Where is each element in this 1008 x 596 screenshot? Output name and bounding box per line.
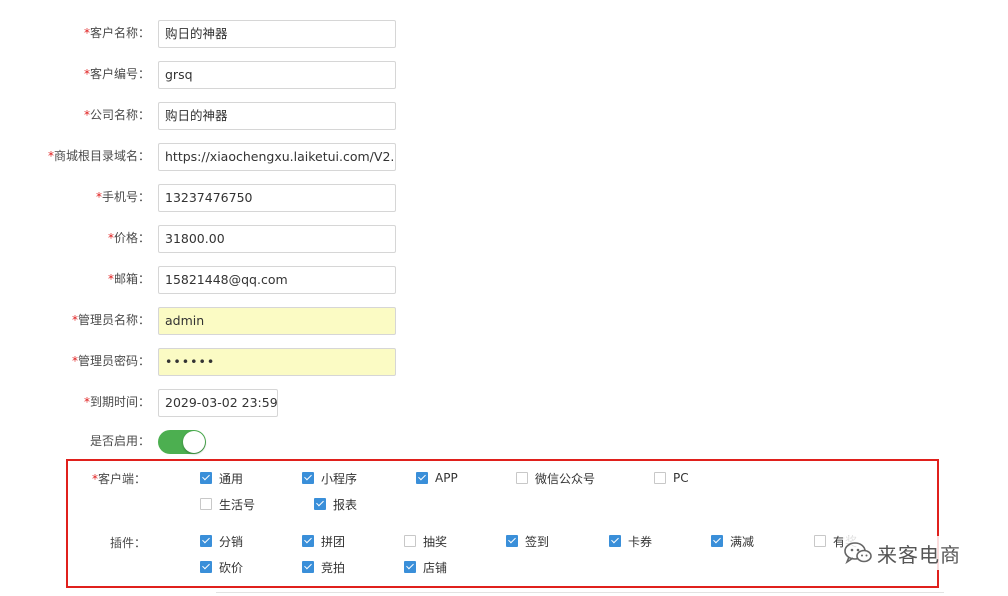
field-row-admin-name: *管理员名称： admin [0, 307, 420, 337]
field-row-enabled: 是否启用： [0, 428, 420, 458]
plugin-option-checkin[interactable]: 签到 [506, 533, 549, 549]
field-row-phone: *手机号： 13237476750 [0, 184, 420, 214]
watermark: 来客电商 [843, 536, 965, 570]
toggle-knob [183, 431, 205, 453]
plugin-option-store[interactable]: 店铺 [404, 559, 447, 575]
plugin-option-group-buy[interactable]: 拼团 [302, 533, 345, 549]
price-input[interactable]: 31800.00 [158, 225, 396, 253]
field-row-company-name: *公司名称： 购日的神器 [0, 102, 420, 132]
client-option-pc[interactable]: PC [654, 470, 689, 486]
company-name-input[interactable]: 购日的神器 [158, 102, 396, 130]
admin-password-label: 管理员密码： [77, 354, 150, 368]
checkbox-icon [200, 498, 212, 510]
wechat-icon [844, 542, 872, 565]
client-option-report[interactable]: 报表 [314, 496, 357, 512]
field-row-customer-no: *客户编号： grsq [0, 61, 420, 91]
email-input[interactable]: 15821448@qq.com [158, 266, 396, 294]
highlight-box [66, 459, 939, 588]
field-row-admin-password: *管理员密码： •••••• [0, 348, 420, 378]
enabled-label: 是否启用： [89, 434, 150, 448]
admin-name-label: 管理员名称： [77, 313, 150, 327]
checkbox-icon [654, 472, 666, 484]
plugins-label: 插件： [109, 536, 146, 550]
admin-name-input[interactable]: admin [158, 307, 396, 335]
client-option-life[interactable]: 生活号 [200, 496, 255, 512]
checkbox-icon [506, 535, 518, 547]
customer-name-label: 客户名称： [89, 26, 150, 40]
field-row-price: *价格： 31800.00 [0, 225, 420, 255]
checkbox-icon [314, 498, 326, 510]
customer-name-input[interactable]: 购日的神器 [158, 20, 396, 48]
client-option-app[interactable]: APP [416, 470, 458, 486]
field-row-customer-name: *客户名称： 购日的神器 [0, 20, 420, 50]
checkbox-icon [516, 472, 528, 484]
plugin-option-coupon[interactable]: 卡券 [609, 533, 652, 549]
checkbox-icon [416, 472, 428, 484]
client-option-wechat-official[interactable]: 微信公众号 [516, 470, 595, 486]
field-row-expire: *到期时间： 2029-03-02 23:59:5 [0, 389, 420, 419]
plugin-option-distribution[interactable]: 分销 [200, 533, 243, 549]
email-label: 邮箱： [113, 272, 150, 286]
enabled-toggle[interactable] [158, 430, 206, 454]
client-side-label: *客户端： [91, 472, 146, 486]
plugin-option-bargain[interactable]: 砍价 [200, 559, 243, 575]
plugin-option-discount[interactable]: 满减 [711, 533, 754, 549]
field-row-domain: *商城根目录域名： https://xiaochengxu.laiketui.c… [0, 143, 420, 173]
domain-label: 商城根目录域名： [53, 149, 150, 163]
client-option-general[interactable]: 通用 [200, 470, 243, 486]
admin-password-input[interactable]: •••••• [158, 348, 396, 376]
price-label: 价格： [113, 231, 150, 245]
company-name-label: 公司名称： [89, 108, 150, 122]
checkbox-icon [302, 535, 314, 547]
phone-label: 手机号： [101, 190, 150, 204]
divider [216, 592, 944, 593]
checkbox-icon [711, 535, 723, 547]
checkbox-icon [404, 561, 416, 573]
customer-no-input[interactable]: grsq [158, 61, 396, 89]
plugin-option-auction[interactable]: 竞拍 [302, 559, 345, 575]
client-option-miniprogram[interactable]: 小程序 [302, 470, 357, 486]
checkbox-icon [609, 535, 621, 547]
expire-label: 到期时间： [89, 395, 150, 409]
checkbox-icon [200, 535, 212, 547]
checkbox-icon [302, 561, 314, 573]
domain-input[interactable]: https://xiaochengxu.laiketui.com/V2.7 [158, 143, 396, 171]
plugin-option-lottery[interactable]: 抽奖 [404, 533, 447, 549]
checkbox-icon [200, 472, 212, 484]
field-row-email: *邮箱： 15821448@qq.com [0, 266, 420, 296]
checkbox-icon [302, 472, 314, 484]
checkbox-icon [404, 535, 416, 547]
watermark-text: 来客电商 [877, 542, 961, 567]
checkbox-icon [814, 535, 826, 547]
phone-input[interactable]: 13237476750 [158, 184, 396, 212]
customer-no-label: 客户编号： [89, 67, 150, 81]
expire-date-input[interactable]: 2029-03-02 23:59:5 [158, 389, 278, 417]
checkbox-icon [200, 561, 212, 573]
